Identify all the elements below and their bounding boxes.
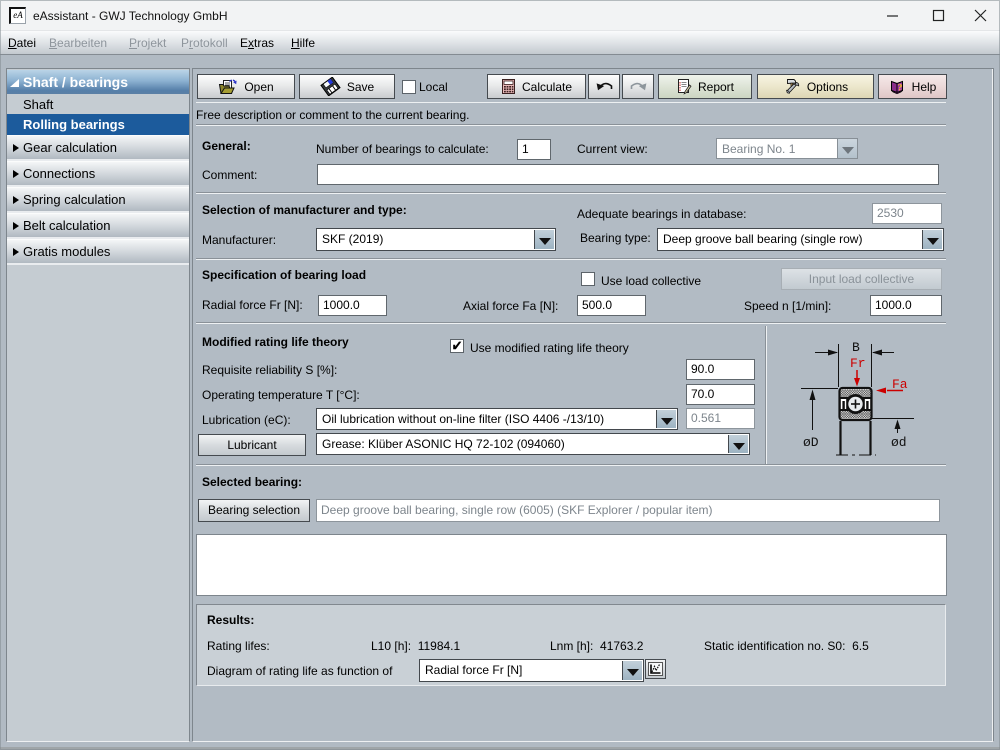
svg-text:Fr: Fr xyxy=(850,356,866,371)
svg-text:ød: ød xyxy=(891,435,907,450)
svg-text:?: ? xyxy=(897,83,902,93)
svg-text:B: B xyxy=(852,340,860,355)
svg-text:øD: øD xyxy=(803,435,819,450)
